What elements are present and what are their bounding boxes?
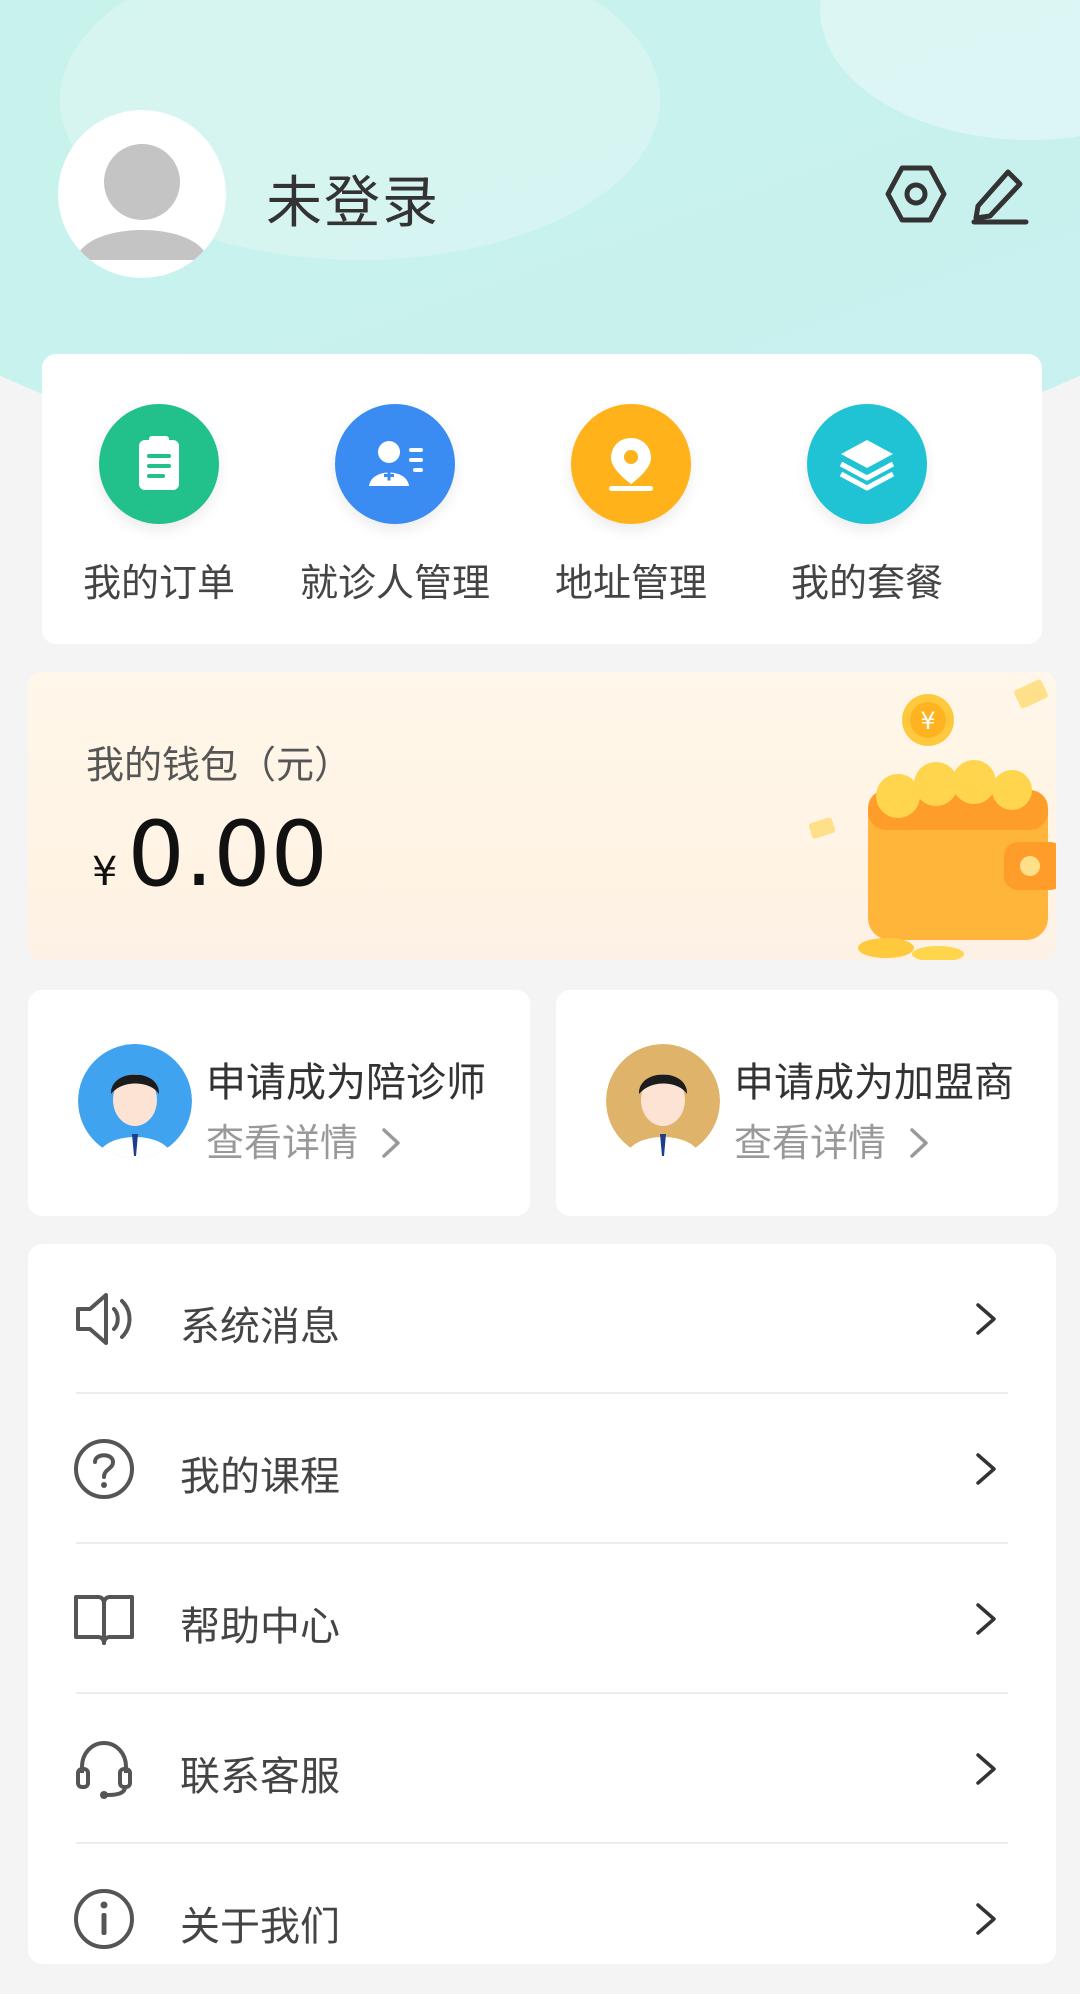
chevron-right-icon xyxy=(976,1303,996,1335)
escort-avatar xyxy=(78,1044,192,1158)
quick-item-patients[interactable]: 就诊人管理 xyxy=(280,404,510,607)
clipboard-icon xyxy=(99,404,219,524)
default-user-icon xyxy=(62,114,222,274)
layers-icon xyxy=(807,404,927,524)
info-circle-icon xyxy=(72,1887,136,1951)
menu-item-system-messages[interactable]: 系统消息 xyxy=(28,1244,1056,1394)
edit-pen-icon[interactable] xyxy=(968,162,1032,226)
view-details-link[interactable]: 查看详情 xyxy=(734,1112,932,1167)
view-details-label: 查看详情 xyxy=(206,1121,359,1165)
quick-item-orders[interactable]: 我的订单 xyxy=(44,404,274,607)
menu-item-about-us[interactable]: 关于我们 xyxy=(28,1844,1056,1994)
avatar[interactable] xyxy=(58,110,226,278)
chevron-right-icon xyxy=(382,1128,400,1158)
menu-label: 帮助中心 xyxy=(180,1604,340,1650)
menu-item-help-center[interactable]: 帮助中心 xyxy=(28,1544,1056,1694)
apply-title: 申请成为加盟商 xyxy=(734,1060,1014,1106)
chevron-right-icon xyxy=(976,1903,996,1935)
wallet-title: 我的钱包（元） xyxy=(86,743,353,787)
menu-label: 关于我们 xyxy=(180,1904,340,1950)
chevron-right-icon xyxy=(910,1128,928,1158)
svg-text:¥: ¥ xyxy=(920,707,935,735)
menu-item-customer-service[interactable]: 联系客服 xyxy=(28,1694,1056,1844)
franchise-avatar xyxy=(606,1044,720,1158)
wallet-card[interactable]: 我的钱包（元） ¥0.00 ¥ xyxy=(28,672,1056,960)
quick-label: 我的套餐 xyxy=(790,561,943,605)
settings-menu: 系统消息 我的课程 帮助中心 联系客服 关于我们 xyxy=(28,1244,1056,1964)
chevron-right-icon xyxy=(976,1603,996,1635)
wallet-amount: 0.00 xyxy=(127,802,328,907)
quick-item-packages[interactable]: 我的套餐 xyxy=(752,404,982,607)
apply-franchise-card[interactable]: 申请成为加盟商 查看详情 xyxy=(556,990,1058,1216)
quick-label: 就诊人管理 xyxy=(299,561,490,605)
speaker-icon xyxy=(72,1287,136,1351)
menu-label: 我的课程 xyxy=(180,1454,340,1500)
quick-label: 地址管理 xyxy=(554,561,707,605)
patient-icon xyxy=(335,404,455,524)
question-circle-icon xyxy=(72,1437,136,1501)
headset-icon xyxy=(72,1737,136,1801)
chevron-right-icon xyxy=(976,1753,996,1785)
menu-item-my-courses[interactable]: 我的课程 xyxy=(28,1394,1056,1544)
apply-title: 申请成为陪诊师 xyxy=(206,1060,486,1106)
login-status-name[interactable]: 未登录 xyxy=(266,158,440,239)
quick-label: 我的订单 xyxy=(82,561,235,605)
view-details-link[interactable]: 查看详情 xyxy=(206,1112,404,1167)
settings-hex-icon[interactable] xyxy=(884,162,948,226)
wallet-balance: ¥0.00 xyxy=(92,802,328,907)
currency-symbol: ¥ xyxy=(92,849,118,895)
quick-item-address[interactable]: 地址管理 xyxy=(516,404,746,607)
chevron-right-icon xyxy=(976,1453,996,1485)
location-pin-icon xyxy=(571,404,691,524)
apply-escort-card[interactable]: 申请成为陪诊师 查看详情 xyxy=(28,990,530,1216)
open-book-icon xyxy=(72,1587,136,1651)
view-details-label: 查看详情 xyxy=(734,1121,887,1165)
wallet-coins-illustration: ¥ xyxy=(808,679,1056,960)
menu-label: 系统消息 xyxy=(180,1304,340,1350)
quick-actions-card: 我的订单 就诊人管理 地址管理 我的套餐 xyxy=(42,354,1042,644)
menu-label: 联系客服 xyxy=(180,1754,340,1800)
